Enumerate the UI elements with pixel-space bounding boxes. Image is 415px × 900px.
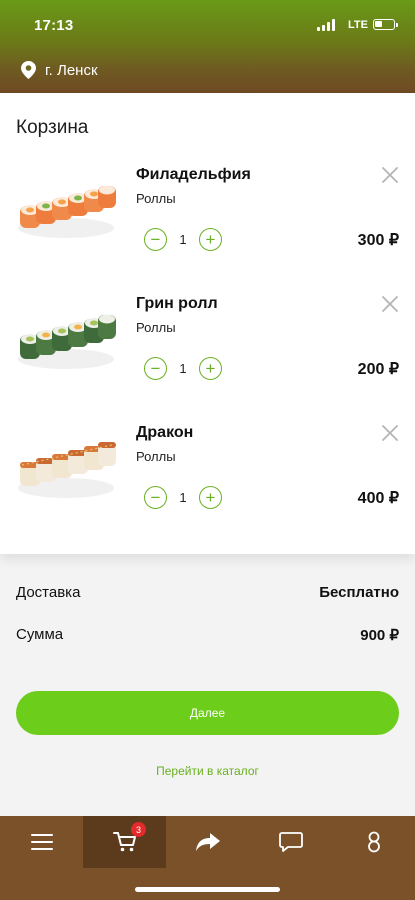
- cart-item: Филадельфия Роллы − 1 + 300 ₽: [0, 166, 415, 284]
- quantity-value: 1: [179, 361, 187, 376]
- increase-button[interactable]: +: [199, 357, 222, 380]
- status-time: 17:13: [34, 17, 74, 34]
- remove-item-icon[interactable]: [380, 294, 400, 314]
- city-selector[interactable]: г. Ленск: [21, 61, 98, 79]
- item-price: 200 ₽: [357, 361, 399, 378]
- bottom-nav: 3: [0, 816, 415, 900]
- remove-item-icon[interactable]: [380, 423, 400, 443]
- decrease-button[interactable]: −: [144, 486, 167, 509]
- total-row: Сумма 900 ₽: [16, 626, 399, 644]
- quantity-value: 1: [179, 232, 187, 247]
- nav-menu[interactable]: [0, 816, 83, 868]
- item-name: Дракон: [136, 424, 194, 441]
- item-category: Роллы: [136, 320, 176, 335]
- total-label: Сумма: [16, 626, 64, 643]
- status-bar: 17:13 LTE: [0, 0, 415, 50]
- item-name: Грин ролл: [136, 295, 218, 312]
- quantity-value: 1: [179, 490, 187, 505]
- quantity-stepper: − 1 +: [144, 357, 222, 380]
- item-name: Филадельфия: [136, 166, 251, 183]
- network-label: LTE: [348, 19, 368, 31]
- decrease-button[interactable]: −: [144, 228, 167, 251]
- green-roll-image: [18, 314, 116, 369]
- increase-button[interactable]: +: [199, 228, 222, 251]
- item-category: Роллы: [136, 191, 176, 206]
- header: 17:13 LTE г. Ленск: [0, 0, 415, 93]
- remove-item-icon[interactable]: [380, 165, 400, 185]
- delivery-value: Бесплатно: [319, 584, 399, 601]
- nav-share[interactable]: [166, 816, 249, 868]
- nav-chat[interactable]: [249, 816, 332, 868]
- home-indicator: [135, 887, 280, 892]
- delivery-row: Доставка Бесплатно: [16, 584, 399, 601]
- cart-item: Дракон Роллы − 1 + 400 ₽: [0, 424, 415, 542]
- quantity-stepper: − 1 +: [144, 228, 222, 251]
- next-button[interactable]: Далее: [16, 691, 399, 735]
- signal-icon: [317, 19, 335, 31]
- total-value: 900 ₽: [360, 627, 399, 644]
- nav-cart[interactable]: 3: [83, 816, 166, 868]
- decrease-button[interactable]: −: [144, 357, 167, 380]
- catalog-link[interactable]: Перейти в каталог: [0, 764, 415, 778]
- share-icon: [195, 833, 220, 851]
- chat-icon: [278, 832, 303, 852]
- delivery-label: Доставка: [16, 584, 81, 601]
- philadelphia-roll-image: [18, 185, 116, 238]
- map-pin-icon: [21, 61, 36, 79]
- dragon-roll-image: [18, 442, 116, 498]
- item-price: 400 ₽: [357, 490, 399, 507]
- city-name: г. Ленск: [45, 61, 98, 79]
- menu-icon: [30, 834, 53, 850]
- quantity-stepper: − 1 +: [144, 486, 222, 509]
- profile-icon: [367, 831, 380, 853]
- cart-panel: Корзина Филадельфия Роллы − 1 + 300 ₽ Гр…: [0, 93, 415, 554]
- cart-item: Грин ролл Роллы − 1 + 200 ₽: [0, 295, 415, 413]
- cart-badge: 3: [131, 822, 146, 837]
- page-title: Корзина: [16, 117, 89, 138]
- battery-icon: [373, 19, 398, 30]
- item-category: Роллы: [136, 449, 176, 464]
- nav-profile[interactable]: [332, 816, 415, 868]
- increase-button[interactable]: +: [199, 486, 222, 509]
- item-price: 300 ₽: [357, 232, 399, 249]
